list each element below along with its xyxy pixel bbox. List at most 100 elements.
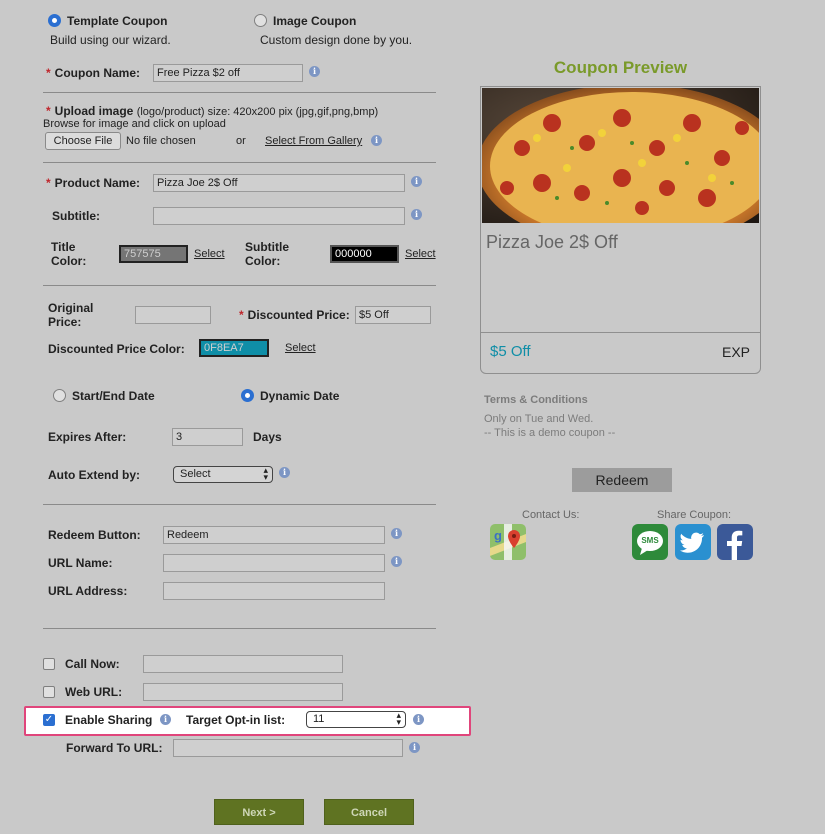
google-maps-icon[interactable]: g xyxy=(490,524,526,560)
subtitle-color-swatch[interactable]: 000000 xyxy=(330,245,399,263)
chevron-up-down-icon: ▴ ▾ xyxy=(263,465,268,482)
pizza-image xyxy=(482,88,759,223)
product-name-input[interactable]: Pizza Joe 2$ Off xyxy=(153,174,405,192)
info-icon[interactable]: i xyxy=(371,135,382,146)
forward-url-input[interactable] xyxy=(173,739,403,757)
template-coupon-label: Template Coupon xyxy=(67,14,168,28)
web-url-label: Web URL: xyxy=(65,685,123,699)
product-name-label: * Product Name: xyxy=(46,176,141,190)
start-end-date-label: Start/End Date xyxy=(72,389,155,403)
divider xyxy=(43,162,436,163)
call-now-label: Call Now: xyxy=(65,657,120,671)
info-icon[interactable]: i xyxy=(409,742,420,753)
url-name-input[interactable] xyxy=(163,554,385,572)
info-icon[interactable]: i xyxy=(391,556,402,567)
url-address-label: URL Address: xyxy=(48,584,128,598)
twitter-graphic xyxy=(680,532,704,553)
coupon-name-label: * Coupon Name: xyxy=(46,66,141,80)
title-color-label: Title Color: xyxy=(51,240,87,268)
info-icon[interactable]: i xyxy=(279,467,290,478)
call-now-input[interactable] xyxy=(143,655,343,673)
dynamic-date-label: Dynamic Date xyxy=(260,389,340,403)
terms-line-2: -- This is a demo coupon -- xyxy=(484,427,616,439)
contact-us-label: Contact Us: xyxy=(522,509,580,521)
url-address-input[interactable] xyxy=(163,582,385,600)
original-price-input[interactable] xyxy=(135,306,211,324)
web-url-checkbox[interactable] xyxy=(43,686,55,698)
info-icon[interactable]: i xyxy=(411,176,422,187)
sms-icon-text: SMS xyxy=(641,536,659,545)
info-icon[interactable]: i xyxy=(309,66,320,77)
preview-card-divider xyxy=(481,332,760,333)
template-coupon-radio[interactable] xyxy=(48,14,61,27)
enable-sharing-label: Enable Sharing xyxy=(65,713,153,727)
image-coupon-label: Image Coupon xyxy=(273,14,357,28)
choose-file-button[interactable]: Choose File xyxy=(45,132,121,150)
subtitle-color-select-link[interactable]: Select xyxy=(405,248,436,260)
no-file-text: No file chosen xyxy=(126,135,196,147)
chevron-up-down-icon: ▴ ▾ xyxy=(396,710,401,727)
expires-after-input[interactable]: 3 xyxy=(172,428,243,446)
divider xyxy=(43,504,436,505)
divider xyxy=(43,92,436,93)
coupon-image xyxy=(482,88,759,223)
upload-label: * Upload image (logo/product) size: 420x2… xyxy=(46,104,379,118)
url-name-label: URL Name: xyxy=(48,556,113,570)
discounted-price-label: * Discounted Price: xyxy=(239,308,350,322)
cancel-button[interactable]: Cancel xyxy=(324,799,414,825)
info-icon[interactable]: i xyxy=(391,528,402,539)
auto-extend-value: Select xyxy=(180,468,211,480)
auto-extend-select[interactable]: Select ▴ ▾ xyxy=(173,466,273,483)
image-coupon-radio[interactable] xyxy=(254,14,267,27)
title-color-swatch[interactable]: 757575 xyxy=(119,245,188,263)
redeem-button-input[interactable]: Redeem xyxy=(163,526,385,544)
target-optin-value: 11 xyxy=(313,713,325,725)
discounted-price-color-swatch[interactable]: 0F8EA7 xyxy=(199,339,269,357)
preview-title: Pizza Joe 2$ Off xyxy=(486,232,618,252)
redeem-button-label: Redeem Button: xyxy=(48,528,141,542)
original-price-label: Original Price: xyxy=(48,301,94,329)
template-coupon-desc: Build using our wizard. xyxy=(50,33,171,47)
call-now-checkbox[interactable] xyxy=(43,658,55,670)
or-text: or xyxy=(236,135,246,147)
start-end-date-radio[interactable] xyxy=(53,389,66,402)
title-color-select-link[interactable]: Select xyxy=(194,248,225,260)
target-optin-label: Target Opt-in list: xyxy=(186,713,286,727)
coupon-name-input[interactable]: Free Pizza $2 off xyxy=(153,64,303,82)
facebook-graphic xyxy=(727,530,743,560)
sms-icon[interactable]: SMS xyxy=(632,524,668,560)
target-optin-select[interactable]: 11 ▴ ▾ xyxy=(306,711,406,728)
image-coupon-desc: Custom design done by you. xyxy=(260,33,413,47)
upload-browse-text: Browse for image and click on upload xyxy=(43,118,226,130)
divider xyxy=(43,628,436,629)
discounted-price-color-label: Discounted Price Color: xyxy=(48,342,185,356)
expires-after-unit: Days xyxy=(253,430,282,444)
next-button[interactable]: Next > xyxy=(214,799,304,825)
discounted-price-color-select-link[interactable]: Select xyxy=(285,342,316,354)
terms-line-1: Only on Tue and Wed. xyxy=(484,413,594,425)
facebook-icon[interactable] xyxy=(717,524,753,560)
divider xyxy=(43,285,436,286)
info-icon[interactable]: i xyxy=(411,209,422,220)
twitter-icon[interactable] xyxy=(675,524,711,560)
discounted-price-input[interactable]: $5 Off xyxy=(355,306,431,324)
terms-heading: Terms & Conditions xyxy=(484,394,588,406)
auto-extend-label: Auto Extend by: xyxy=(48,468,140,482)
share-coupon-label: Share Coupon: xyxy=(657,509,731,521)
info-icon[interactable]: i xyxy=(413,714,424,725)
subtitle-input[interactable] xyxy=(153,207,405,225)
forward-url-label: Forward To URL: xyxy=(66,741,163,755)
select-from-gallery-link[interactable]: Select From Gallery xyxy=(265,135,362,147)
preview-redeem-button[interactable]: Redeem xyxy=(572,468,672,492)
web-url-input[interactable] xyxy=(143,683,343,701)
preview-price: $5 Off xyxy=(490,343,531,360)
maps-graphic: g xyxy=(490,524,526,560)
dynamic-date-radio[interactable] xyxy=(241,389,254,402)
preview-exp: EXP xyxy=(722,344,751,360)
subtitle-color-label: Subtitle Color: xyxy=(245,240,289,268)
info-icon[interactable]: i xyxy=(160,714,171,725)
enable-sharing-checkbox[interactable]: ✓ xyxy=(43,714,55,726)
svg-text:g: g xyxy=(494,528,502,543)
expires-after-label: Expires After: xyxy=(48,430,127,444)
subtitle-label: Subtitle: xyxy=(52,209,100,223)
